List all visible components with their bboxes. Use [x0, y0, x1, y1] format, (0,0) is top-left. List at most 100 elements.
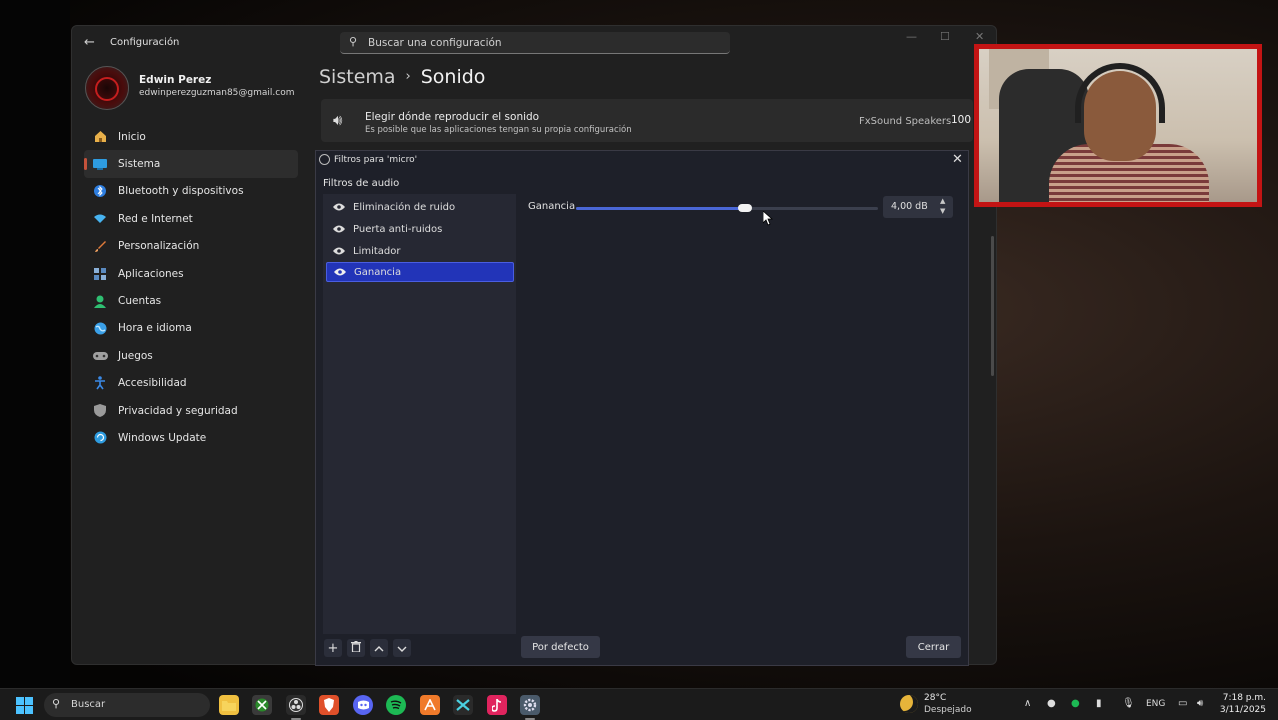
- eye-icon[interactable]: [332, 201, 345, 214]
- sidebar-item-bluetooth[interactable]: Bluetooth y dispositivos: [84, 178, 298, 205]
- microphone-icon[interactable]: 🎙︎: [1122, 698, 1135, 709]
- weather-condition[interactable]: Despejado: [924, 705, 972, 715]
- output-device-card[interactable]: 🔊︎ Elegir dónde reproducir el sonido Es …: [321, 99, 973, 142]
- settings-scrollbar[interactable]: [991, 236, 994, 376]
- sidebar-item-aplicaciones[interactable]: Aplicaciones: [84, 260, 298, 287]
- gain-value[interactable]: 4,00 dB: [891, 201, 928, 212]
- audio-filters-heading: Filtros de audio: [323, 178, 400, 189]
- sidebar-item-red[interactable]: Red e Internet: [84, 205, 298, 232]
- sidebar-item-sistema[interactable]: Sistema: [84, 150, 298, 178]
- close-window-icon[interactable]: ✕: [975, 30, 984, 43]
- sidebar-item-label: Juegos: [118, 349, 153, 362]
- filter-list: Eliminación de ruido Puerta anti-ruidos …: [323, 194, 516, 634]
- chevron-down-icon[interactable]: ▼: [940, 207, 945, 215]
- language-indicator[interactable]: ENG: [1146, 699, 1165, 709]
- account-icon: [92, 293, 108, 309]
- sidebar-item-accesibilidad[interactable]: Accesibilidad: [84, 370, 298, 397]
- user-name: Edwin Perez: [139, 74, 212, 86]
- settings-search-input[interactable]: [368, 34, 708, 52]
- home-icon: [92, 129, 108, 145]
- title-bar: ← Configuración ⚲ — ☐ ✕: [72, 26, 996, 60]
- avatar-logo-icon: [95, 77, 119, 101]
- obs-icon[interactable]: [286, 695, 306, 720]
- sidebar-item-label: Red e Internet: [118, 212, 193, 225]
- discord-tray-icon[interactable]: ●: [1047, 698, 1056, 709]
- taskbar-search-label: Buscar: [71, 699, 106, 710]
- bluetooth-icon: [92, 183, 108, 199]
- gain-slider[interactable]: [576, 204, 878, 212]
- settings-search[interactable]: ⚲: [340, 32, 730, 54]
- volume-icon[interactable]: 🔊︎: [1197, 698, 1203, 709]
- app-a-icon[interactable]: [420, 695, 440, 715]
- file-explorer-icon[interactable]: [219, 695, 239, 715]
- maximize-icon[interactable]: ☐: [940, 30, 950, 43]
- clock-date[interactable]: 3/11/2025: [1216, 705, 1266, 715]
- filter-item-noise-gate[interactable]: Puerta anti-ruidos: [326, 219, 514, 239]
- discord-icon[interactable]: [353, 695, 373, 715]
- audio-meter-icon[interactable]: ▮: [1096, 698, 1102, 709]
- clock-time[interactable]: 7:18 p.m.: [1222, 693, 1266, 703]
- avatar[interactable]: [85, 66, 129, 110]
- sidebar-item-juegos[interactable]: Juegos: [84, 342, 298, 369]
- desktop-left-edge: [0, 0, 70, 688]
- xbox-icon[interactable]: [252, 695, 272, 715]
- settings-icon[interactable]: [520, 695, 540, 720]
- tiktok-icon[interactable]: [487, 695, 507, 715]
- search-icon: ⚲: [349, 35, 358, 48]
- filter-item-gain[interactable]: Ganancia: [326, 262, 514, 282]
- gain-slider-fill: [576, 207, 746, 210]
- brush-icon: [92, 238, 108, 254]
- filter-item-noise-suppression[interactable]: Eliminación de ruido: [326, 197, 514, 217]
- weather-temperature[interactable]: 28°C: [924, 693, 946, 703]
- update-icon: [92, 430, 108, 446]
- sidebar-item-privacidad[interactable]: Privacidad y seguridad: [84, 397, 298, 424]
- chevron-up-icon[interactable]: ∧: [1024, 698, 1031, 709]
- sidebar-item-cuentas[interactable]: Cuentas: [84, 287, 298, 314]
- eye-icon[interactable]: [332, 245, 345, 258]
- taskbar-search[interactable]: ⚲ Buscar: [44, 693, 210, 717]
- minimize-icon[interactable]: —: [906, 30, 917, 43]
- add-filter-button[interactable]: +: [324, 639, 342, 657]
- brave-icon[interactable]: [319, 695, 339, 715]
- remove-filter-button[interactable]: [347, 639, 365, 657]
- gain-slider-thumb[interactable]: [738, 204, 753, 212]
- breadcrumb-parent[interactable]: Sistema: [319, 66, 396, 88]
- spotify-icon[interactable]: [386, 695, 406, 715]
- sidebar-item-label: Accesibilidad: [118, 377, 187, 390]
- close-icon[interactable]: ✕: [952, 152, 963, 167]
- back-arrow-icon[interactable]: ←: [84, 35, 95, 50]
- apps-icon: [92, 266, 108, 282]
- wifi-icon: [92, 211, 108, 227]
- taskbar: ⚲ Buscar 28°C Despejado ∧ ● ● ▮ 🎙︎ ENG ▭…: [0, 688, 1278, 720]
- sidebar-item-personalizacion[interactable]: Personalización: [84, 233, 298, 260]
- sidebar-item-windows-update[interactable]: Windows Update: [84, 424, 298, 451]
- sidebar-item-label: Bluetooth y dispositivos: [118, 185, 244, 198]
- eye-icon[interactable]: [333, 266, 346, 279]
- filter-label: Eliminación de ruido: [353, 201, 456, 213]
- capcut-icon[interactable]: [453, 695, 473, 715]
- filter-item-limiter[interactable]: Limitador: [326, 241, 514, 261]
- output-card-description: Es posible que las aplicaciones tengan s…: [365, 125, 632, 135]
- webcam-overlay: [974, 44, 1262, 207]
- sidebar-item-label: Privacidad y seguridad: [118, 404, 238, 417]
- eye-icon[interactable]: [332, 223, 345, 236]
- move-filter-up-button[interactable]: [370, 639, 388, 657]
- move-filter-down-button[interactable]: [393, 639, 411, 657]
- sidebar-item-label: Personalización: [118, 240, 200, 253]
- network-icon[interactable]: ▭: [1178, 698, 1187, 709]
- sidebar-item-hora[interactable]: Hora e idioma: [84, 315, 298, 342]
- moon-icon[interactable]: [900, 695, 918, 713]
- close-button[interactable]: Cerrar: [906, 636, 961, 658]
- gain-spinbox[interactable]: 4,00 dB ▲ ▼: [883, 196, 953, 218]
- search-icon: ⚲: [52, 697, 61, 710]
- chevron-up-icon: [374, 641, 384, 656]
- spotify-tray-icon[interactable]: ●: [1071, 698, 1080, 709]
- sidebar-item-inicio[interactable]: Inicio: [84, 123, 298, 150]
- windows-start-icon[interactable]: [16, 697, 33, 714]
- gamepad-icon: [92, 348, 108, 364]
- user-email: edwinperezguzman85@gmail.com: [139, 88, 295, 98]
- output-card-title: Elegir dónde reproducir el sonido: [365, 111, 540, 123]
- defaults-button[interactable]: Por defecto: [521, 636, 600, 658]
- trash-icon: [351, 640, 361, 656]
- chevron-up-icon[interactable]: ▲: [940, 197, 945, 205]
